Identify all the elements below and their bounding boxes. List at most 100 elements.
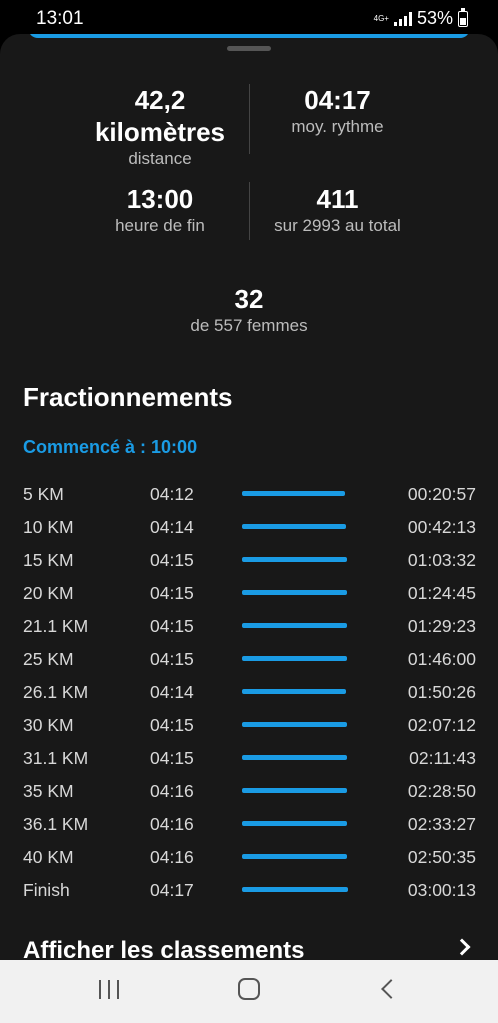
split-row: 31.1 KM 04:15 02:11:43	[0, 743, 498, 776]
split-pace: 04:16	[150, 781, 194, 801]
split-distance: 21.1 KM	[23, 616, 89, 636]
split-pace: 04:14	[150, 517, 194, 537]
split-elapsed-time: 01:29:23	[407, 616, 476, 636]
pace-value: 04:17	[304, 85, 371, 115]
split-pace: 04:15	[150, 715, 194, 735]
split-elapsed-time: 03:00:13	[407, 880, 476, 900]
split-pace-bar	[242, 755, 347, 760]
split-distance: 20 KM	[23, 583, 74, 603]
split-distance: 30 KM	[23, 715, 74, 735]
split-distance: 40 KM	[23, 847, 74, 867]
split-distance: 26.1 KM	[23, 682, 89, 702]
split-distance: 15 KM	[23, 550, 74, 570]
split-distance: 31.1 KM	[23, 748, 89, 768]
battery-percent: 53%	[416, 8, 453, 28]
split-elapsed-time: 02:50:35	[407, 847, 476, 867]
finish-time-stat: 13:00 heure de fin	[60, 183, 260, 237]
distance-label: distance	[128, 149, 192, 168]
pace-stat: 04:17 moy. rythme	[250, 84, 425, 138]
distance-stat: 42,2 kilomètres distance	[60, 84, 260, 170]
split-elapsed-time: 02:07:12	[407, 715, 476, 735]
splits-title: Fractionnements	[23, 382, 233, 412]
sheet-accent	[28, 34, 470, 38]
split-elapsed-time: 02:11:43	[409, 748, 476, 768]
battery-icon	[458, 7, 468, 27]
split-elapsed-time: 00:20:57	[407, 484, 476, 504]
split-elapsed-time: 02:33:27	[407, 814, 476, 834]
show-rankings-label: Afficher les classements	[23, 937, 305, 960]
gender-rank-stat: 32 de 557 femmes	[149, 283, 349, 337]
gender-rank-value: 32	[234, 284, 264, 314]
split-row: 26.1 KM 04:14 01:50:26	[0, 677, 498, 710]
back-icon[interactable]	[348, 960, 428, 1023]
split-pace: 04:14	[150, 682, 194, 702]
split-distance: 36.1 KM	[23, 814, 89, 834]
pace-label: moy. rythme	[291, 117, 384, 136]
splits-list: 5 KM 04:12 00:20:57 10 KM 04:14 00:42:13 15 KM…	[0, 479, 498, 908]
status-indicators: 4G+ 53%	[373, 7, 468, 29]
status-time: 13:01	[36, 8, 84, 29]
split-pace-bar	[242, 821, 347, 826]
split-row: 10 KM 04:14 00:42:13	[0, 512, 498, 545]
status-bar: 13:01 4G+ 53%	[0, 0, 498, 34]
sheet-drag-handle[interactable]	[227, 46, 271, 51]
split-pace-bar	[242, 524, 346, 529]
network-type-icon: 4G+	[373, 13, 389, 23]
split-pace-bar	[242, 788, 347, 793]
split-row: 20 KM 04:15 01:24:45	[0, 578, 498, 611]
results-sheet: 42,2 kilomètres distance 04:17 moy. ryth…	[0, 34, 498, 960]
split-elapsed-time: 01:46:00	[407, 649, 476, 669]
split-row: 15 KM 04:15 01:03:32	[0, 545, 498, 578]
split-pace-bar	[242, 689, 346, 694]
split-row: 35 KM 04:16 02:28:50	[0, 776, 498, 809]
split-distance: 25 KM	[23, 649, 74, 669]
home-icon[interactable]	[209, 960, 289, 1023]
split-pace: 04:15	[150, 616, 194, 636]
split-row: 36.1 KM 04:16 02:33:27	[0, 809, 498, 842]
finish-time-value: 13:00	[126, 184, 194, 214]
split-pace: 04:15	[150, 748, 194, 768]
split-pace: 04:17	[150, 880, 194, 900]
split-pace: 04:16	[150, 847, 194, 867]
distance-unit: kilomètres	[94, 117, 226, 147]
distance-value: 42,2	[134, 85, 186, 115]
split-distance: 5 KM	[23, 484, 64, 504]
split-pace: 04:15	[150, 583, 194, 603]
split-distance: 35 KM	[23, 781, 74, 801]
gender-rank-label: de 557 femmes	[190, 316, 308, 335]
split-row: 30 KM 04:15 02:07:12	[0, 710, 498, 743]
split-row: 5 KM 04:12 00:20:57	[0, 479, 498, 512]
split-pace-bar	[242, 557, 347, 562]
split-pace-bar	[242, 887, 348, 892]
overall-rank-label: sur 2993 au total	[274, 216, 401, 235]
split-pace-bar	[242, 656, 347, 661]
split-pace: 04:15	[150, 649, 194, 669]
split-elapsed-time: 02:28:50	[407, 781, 476, 801]
split-row: 40 KM 04:16 02:50:35	[0, 842, 498, 875]
split-elapsed-time: 01:03:32	[407, 550, 476, 570]
split-pace-bar	[242, 491, 345, 496]
show-rankings-link[interactable]: Afficher les classements	[23, 937, 476, 960]
split-pace: 04:16	[150, 814, 194, 834]
overall-rank-value: 411	[316, 184, 359, 214]
split-pace-bar	[242, 854, 347, 859]
recent-apps-icon[interactable]	[70, 960, 150, 1023]
split-pace-bar	[242, 590, 347, 595]
start-time: Commencé à : 10:00	[23, 437, 198, 457]
split-pace: 04:12	[150, 484, 194, 504]
split-elapsed-time: 00:42:13	[407, 517, 476, 537]
overall-rank-stat: 411 sur 2993 au total	[250, 183, 425, 237]
split-pace: 04:15	[150, 550, 194, 570]
chevron-right-icon	[453, 938, 471, 956]
split-row: 25 KM 04:15 01:46:00	[0, 644, 498, 677]
split-elapsed-time: 01:50:26	[407, 682, 476, 702]
split-row: Finish 04:17 03:00:13	[0, 875, 498, 908]
split-pace-bar	[242, 623, 347, 628]
system-nav-bar	[0, 960, 498, 1023]
split-pace-bar	[242, 722, 347, 727]
split-distance: Finish	[23, 880, 70, 900]
signal-icon	[393, 11, 412, 26]
finish-time-label: heure de fin	[115, 216, 205, 235]
split-distance: 10 KM	[23, 517, 74, 537]
split-row: 21.1 KM 04:15 01:29:23	[0, 611, 498, 644]
